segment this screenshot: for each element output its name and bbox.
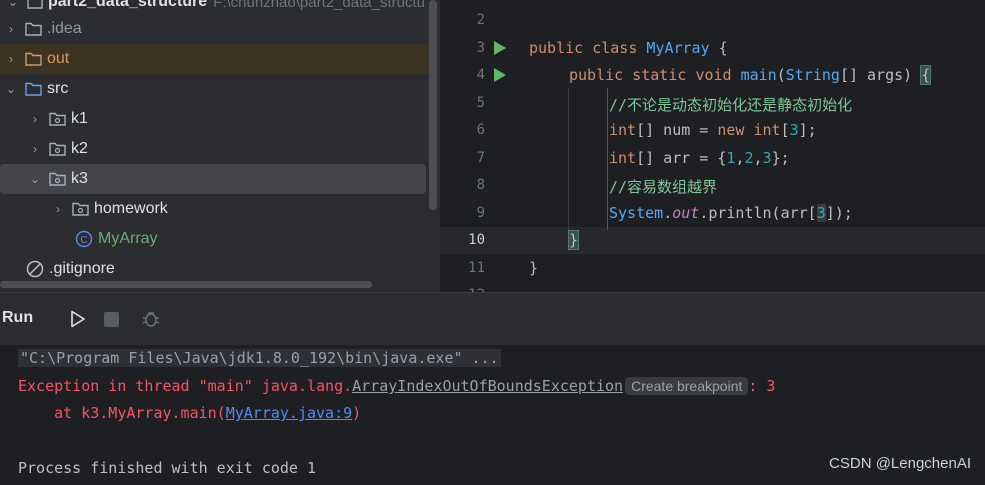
run-toolbar: Run [0, 292, 985, 346]
line-number-current: 10 [468, 232, 485, 248]
line-number: 2 [476, 12, 485, 28]
package-icon [49, 112, 66, 126]
line-number: 3 [476, 40, 485, 56]
source-location-link[interactable]: MyArray.java:9 [226, 404, 352, 422]
chevron-down-icon[interactable]: ⌄ [28, 172, 42, 186]
class-icon: C [75, 230, 93, 248]
watermark: CSDN @LengchenAI [829, 455, 971, 472]
tree-item-k3[interactable]: ⌄ k3 [0, 164, 426, 194]
code-line-4: public static void main(String[] args) { [569, 65, 932, 85]
indent-guide [568, 88, 569, 238]
code-line-8: //容易数组越界 [609, 178, 718, 196]
vertical-scrollbar[interactable] [429, 0, 437, 210]
code-line-7: int[] arr = {1,2,3}; [609, 149, 790, 167]
run-class-icon[interactable] [494, 41, 506, 55]
tree-item-label: .gitignore [49, 260, 115, 277]
code-line-5: //不论是动态初始化还是静态初始化 [609, 96, 853, 114]
tree-root-label: part2_data_structure [48, 0, 208, 10]
tree-item-gitignore[interactable]: .gitignore [0, 254, 436, 284]
package-icon [49, 142, 66, 156]
chevron-right-icon[interactable]: › [28, 142, 42, 156]
code-line-3: public class MyArray { [529, 39, 728, 57]
package-icon [72, 202, 89, 216]
line-number: 9 [476, 205, 485, 221]
tree-item-label: out [47, 50, 70, 67]
console-exception-line: Exception in thread "main" java.lang.Arr… [18, 377, 776, 395]
tree-item-label: homework [94, 200, 168, 217]
chevron-right-icon[interactable]: › [28, 112, 42, 126]
tree-item-idea[interactable]: › .idea [0, 14, 436, 44]
folder-icon [27, 0, 43, 9]
line-number: 11 [468, 260, 485, 276]
indent-guide-active [607, 88, 608, 230]
package-icon [49, 172, 66, 186]
folder-icon [25, 82, 42, 96]
code-line-6: int[] num = new int[3]; [609, 121, 817, 139]
tree-item-label: k2 [71, 140, 88, 157]
tree-item-label: k3 [71, 170, 88, 187]
tree-item-homework[interactable]: › homework [0, 194, 436, 224]
line-number: 5 [476, 95, 485, 111]
chevron-down-icon[interactable]: ⌄ [4, 82, 18, 96]
tree-item-src[interactable]: ⌄ src [0, 74, 436, 104]
tree-item-label: src [47, 80, 69, 97]
console-command-line: "C:\Program Files\Java\jdk1.8.0_192\bin\… [18, 349, 501, 367]
tree-item-k1[interactable]: › k1 [0, 104, 436, 134]
folder-icon [25, 22, 42, 36]
svg-text:C: C [80, 235, 87, 246]
line-number: 7 [476, 150, 485, 166]
run-main-icon[interactable] [494, 68, 506, 82]
tree-root-path: F:\chunzhao\part2_data_structu [213, 0, 425, 11]
code-editor[interactable]: 2 3 4 5 6 7 8 9 10 11 12 public class My… [440, 0, 985, 292]
chevron-right-icon[interactable]: › [51, 202, 65, 216]
folder-icon [25, 52, 42, 66]
code-line-10: } [567, 230, 580, 250]
console-stacktrace-line: at k3.MyArray.main(MyArray.java:9) [18, 404, 362, 422]
exception-class-link[interactable]: ArrayIndexOutOfBoundsException [352, 377, 623, 395]
tree-item-label: k1 [71, 110, 88, 127]
tree-item-out[interactable]: › out [0, 44, 436, 74]
tree-item-myarray[interactable]: C MyArray [0, 224, 436, 254]
project-tree-panel: ⌄ part2_data_structure F:\chunzhao\part2… [0, 0, 440, 292]
stop-icon[interactable] [101, 309, 121, 329]
console-exit-line: Process finished with exit code 1 [18, 459, 317, 477]
line-number: 6 [476, 122, 485, 138]
chevron-right-icon[interactable]: › [4, 22, 18, 36]
line-number: 8 [476, 177, 485, 193]
run-panel-title: Run [2, 309, 34, 326]
rerun-icon[interactable] [68, 309, 88, 329]
code-line-11: } [529, 259, 539, 277]
tree-item-label: MyArray [98, 230, 158, 247]
ignored-file-icon [26, 260, 44, 278]
chevron-right-icon[interactable]: › [4, 52, 18, 66]
line-number: 4 [476, 67, 485, 83]
horizontal-scrollbar[interactable] [0, 281, 372, 288]
tree-item-label: .idea [47, 20, 82, 37]
current-line-highlight [440, 227, 985, 254]
tree-item-k2[interactable]: › k2 [0, 134, 436, 164]
debug-icon[interactable] [141, 309, 161, 329]
create-breakpoint-button[interactable]: Create breakpoint [625, 377, 749, 395]
code-line-9: System.out.println(arr[3]); [609, 204, 853, 222]
